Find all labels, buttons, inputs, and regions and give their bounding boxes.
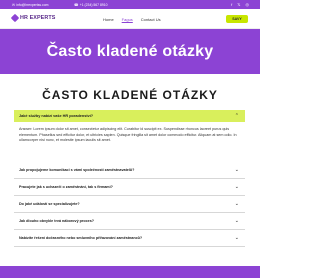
- facebook-icon[interactable]: f: [231, 2, 232, 7]
- main-nav: HR EXPERTS Home Fagus Contact Us SAVY: [0, 9, 260, 29]
- phone-icon: ☎: [74, 2, 79, 7]
- email-icon: ✉: [12, 2, 15, 7]
- nav-item-faq[interactable]: Fagus: [122, 17, 133, 22]
- email-text: info@hrexpertss.com: [16, 2, 49, 7]
- faq-question-open[interactable]: Jaké služby nabízí vaše HR poradenství? …: [14, 110, 245, 122]
- faq-question-text: Jaké služby nabízí vaše HR poradenství?: [19, 114, 94, 118]
- footer-band: [0, 266, 260, 278]
- email-contact[interactable]: ✉ info@hrexpertss.com: [12, 3, 48, 7]
- faq-item[interactable]: Jak propojujeme komunikaci s vámi společ…: [14, 162, 245, 179]
- chevron-up-icon[interactable]: ⌃: [235, 113, 239, 119]
- chevron-down-icon[interactable]: ⌄: [235, 167, 239, 173]
- faq-item[interactable]: Jak dlouho obvykle trvá náborový proces?…: [14, 213, 245, 230]
- chevron-down-icon[interactable]: ⌄: [235, 218, 239, 224]
- phone-contact[interactable]: ☎ +1 (234) 567 8910: [74, 3, 108, 7]
- logo-text: HR EXPERTS: [20, 15, 56, 21]
- faq-item[interactable]: Pracujete jak s uchazeči o zaměstnání, t…: [14, 179, 245, 196]
- chevron-down-icon[interactable]: ⌄: [235, 201, 239, 207]
- x-twitter-icon[interactable]: 𝕏: [237, 2, 240, 7]
- social-links: f 𝕏 ◎: [231, 2, 249, 7]
- logo-icon: [10, 13, 20, 23]
- phone-text: +1 (234) 567 8910: [79, 2, 108, 7]
- section-title: ČASTO KLADENÉ OTÁZKY: [42, 88, 218, 102]
- faq-answer: Answer: Lorem ipsum dolor sit amet, cons…: [19, 127, 237, 143]
- top-bar: ✉ info@hrexpertss.com ☎ +1 (234) 567 891…: [0, 0, 260, 9]
- nav-menu: Home Fagus Contact Us: [103, 17, 161, 22]
- faq-question-text: Jak propojujeme komunikaci s vámi společ…: [19, 168, 135, 172]
- faq-item[interactable]: Nabízíte řešení dočasného nebo smluvního…: [14, 230, 245, 247]
- cta-button[interactable]: SAVY: [226, 15, 248, 23]
- faq-item[interactable]: Do jaké událostí se specializujete? ⌄: [14, 196, 245, 213]
- faq-item-open: Jaké služby nabízí vaše HR poradenství? …: [14, 110, 245, 148]
- chevron-down-icon[interactable]: ⌄: [235, 235, 239, 241]
- faq-question-text: Jak dlouho obvykle trvá náborový proces?: [19, 219, 95, 223]
- hero-banner: Často kladené otázky: [0, 29, 260, 74]
- instagram-icon[interactable]: ◎: [246, 2, 250, 7]
- chevron-down-icon[interactable]: ⌄: [235, 184, 239, 190]
- hero-title: Často kladené otázky: [46, 42, 214, 60]
- nav-item-home[interactable]: Home: [103, 17, 114, 22]
- faq-question-text: Pracujete jak s uchazeči o zaměstnání, t…: [19, 185, 113, 189]
- faq-question-text: Nabízíte řešení dočasného nebo smluvního…: [19, 236, 143, 240]
- faq-question-text: Do jaké událostí se specializujete?: [19, 202, 80, 206]
- nav-item-contact[interactable]: Contact Us: [141, 17, 161, 22]
- site-logo[interactable]: HR EXPERTS: [10, 13, 56, 23]
